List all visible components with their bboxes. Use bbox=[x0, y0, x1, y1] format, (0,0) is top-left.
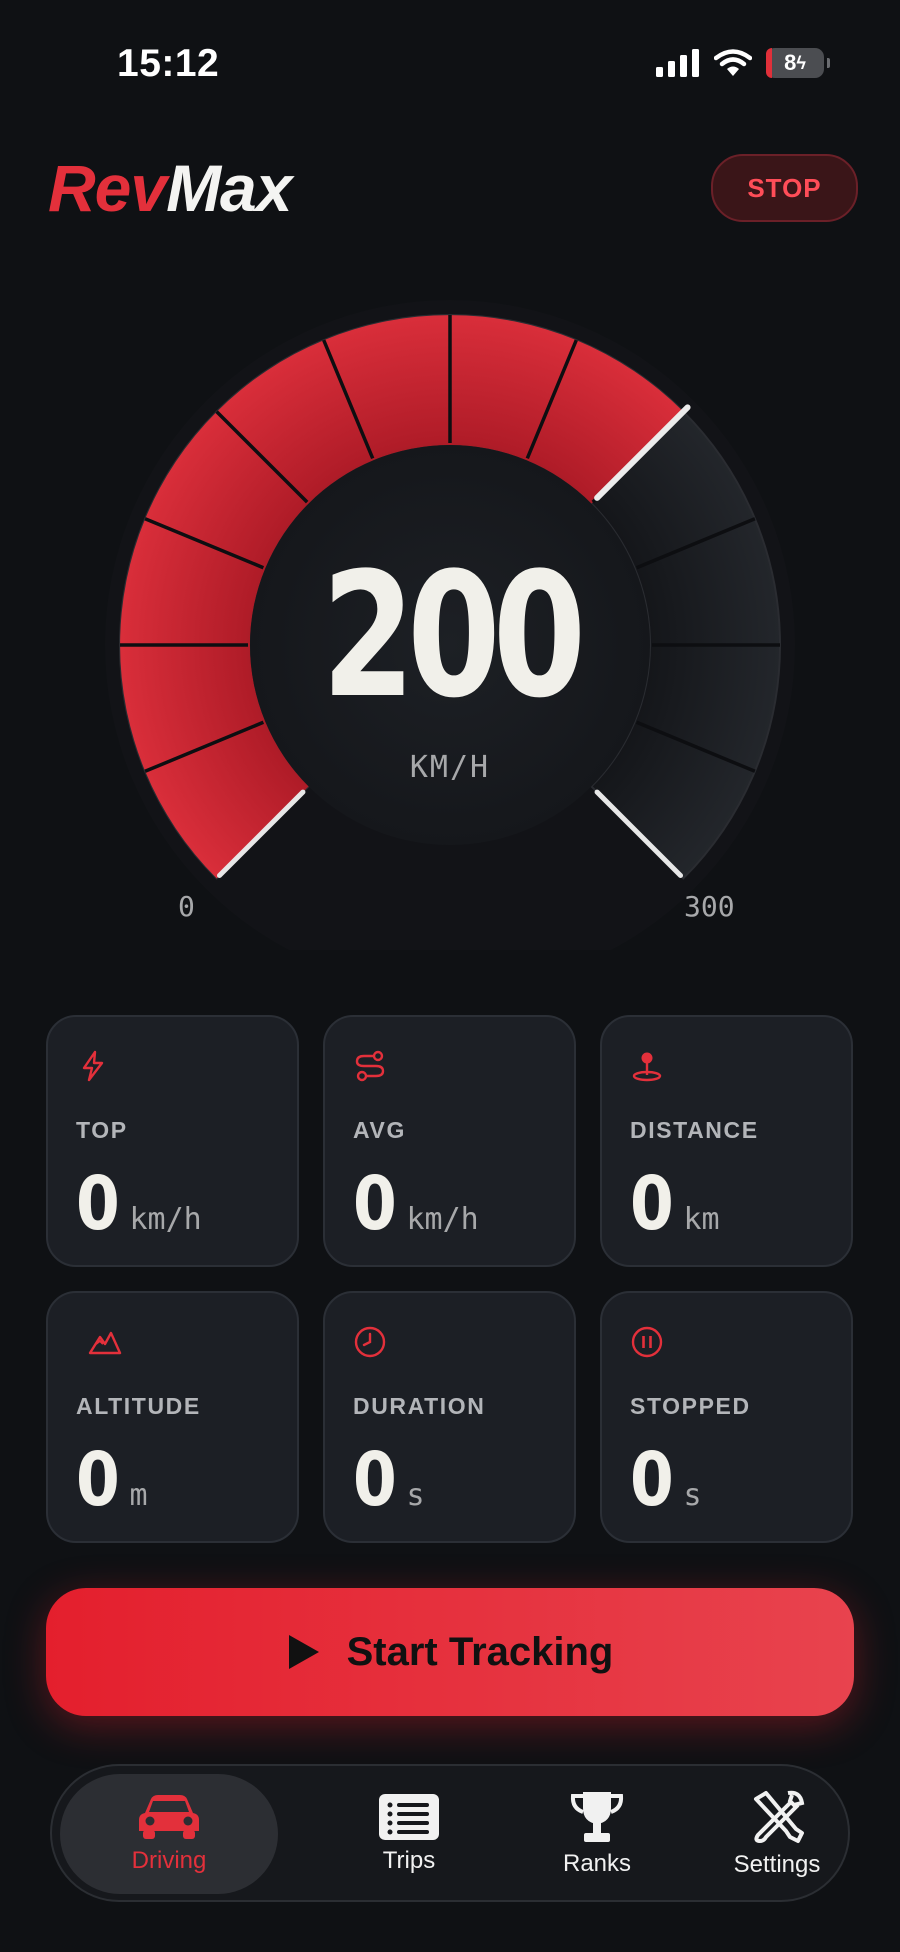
stat-value: 0 bbox=[76, 1437, 120, 1523]
stat-label: DURATION bbox=[353, 1393, 486, 1419]
start-tracking-label: Start Tracking bbox=[346, 1629, 614, 1674]
battery-indicator: 8ϟ bbox=[766, 48, 830, 78]
stat-card-avg: AVG 0 km/h bbox=[323, 1015, 576, 1267]
logo-max: Max bbox=[166, 151, 292, 225]
tab-label: Ranks bbox=[562, 1850, 632, 1877]
stat-value: 0 bbox=[353, 1437, 397, 1523]
tab-trips[interactable]: Trips bbox=[314, 1774, 504, 1894]
stat-value: 0 bbox=[630, 1161, 674, 1247]
stat-value: 0 bbox=[353, 1161, 397, 1247]
car-icon bbox=[139, 1795, 199, 1839]
bolt-icon bbox=[82, 1050, 104, 1082]
gauge-max-label: 300 bbox=[684, 890, 735, 923]
stat-label: STOPPED bbox=[630, 1393, 751, 1419]
route-icon bbox=[355, 1050, 385, 1082]
tab-driving[interactable]: Driving bbox=[60, 1774, 278, 1894]
tab-label: Driving bbox=[131, 1847, 207, 1874]
status-time: 15:12 bbox=[117, 42, 220, 85]
stat-value: 0 bbox=[630, 1437, 674, 1523]
stat-unit: s bbox=[406, 1478, 425, 1513]
battery-level: 8 bbox=[784, 50, 797, 75]
stat-value: 0 bbox=[76, 1161, 120, 1247]
speed-value: 200 bbox=[321, 535, 586, 736]
stat-unit: km/h bbox=[406, 1202, 479, 1237]
tab-label: Trips bbox=[382, 1847, 436, 1874]
wifi-icon bbox=[714, 49, 752, 76]
tab-label: Settings bbox=[733, 1851, 821, 1878]
stat-card-distance: DISTANCE 0 km bbox=[600, 1015, 853, 1267]
stat-unit: m bbox=[129, 1478, 148, 1513]
logo-rev: Rev bbox=[48, 151, 167, 225]
stat-label: DISTANCE bbox=[630, 1117, 759, 1143]
app-logo: RevMax bbox=[48, 150, 292, 226]
stat-label: TOP bbox=[76, 1117, 128, 1143]
stat-unit: km/h bbox=[129, 1202, 202, 1237]
play-icon bbox=[288, 1635, 319, 1669]
stats-grid: TOP 0 km/h AVG 0 km/h DISTANCE 0 km ALTITUD… bbox=[46, 1015, 854, 1543]
stat-card-stopped: STOPPED 0s bbox=[600, 1291, 853, 1543]
location-pin-icon bbox=[632, 1052, 662, 1082]
tab-bar: Driving Trips Ranks Settings bbox=[50, 1764, 850, 1902]
status-bar: 15:12 8ϟ bbox=[0, 0, 900, 130]
cellular-signal-icon bbox=[656, 49, 699, 77]
speed-unit: KM/H bbox=[409, 750, 491, 785]
stat-card-duration: DURATION 0s bbox=[323, 1291, 576, 1543]
gauge-min-label: 0 bbox=[178, 890, 195, 923]
clock-icon bbox=[354, 1326, 386, 1358]
stat-card-altitude: ALTITUDE 0m bbox=[46, 1291, 299, 1543]
stat-card-top: TOP 0 km/h bbox=[46, 1015, 299, 1267]
app-header: RevMax STOP bbox=[0, 140, 900, 240]
stop-button[interactable]: STOP bbox=[711, 154, 858, 222]
stat-unit: km bbox=[683, 1202, 720, 1237]
tab-ranks[interactable]: Ranks bbox=[502, 1774, 692, 1894]
tab-settings[interactable]: Settings bbox=[682, 1774, 872, 1894]
trophy-icon bbox=[570, 1792, 624, 1842]
stat-label: AVG bbox=[353, 1117, 406, 1143]
pause-icon bbox=[631, 1326, 663, 1358]
tools-icon bbox=[754, 1790, 805, 1843]
speed-gauge: 200 KM/H 0 300 bbox=[0, 250, 900, 950]
mountain-icon bbox=[88, 1331, 122, 1355]
charging-bolt-icon: ϟ bbox=[796, 52, 806, 73]
list-icon bbox=[379, 1794, 439, 1840]
stat-unit: s bbox=[683, 1478, 702, 1513]
status-icons: 8ϟ bbox=[656, 48, 830, 78]
stat-label: ALTITUDE bbox=[76, 1393, 201, 1419]
start-tracking-button[interactable]: Start Tracking bbox=[46, 1588, 854, 1716]
